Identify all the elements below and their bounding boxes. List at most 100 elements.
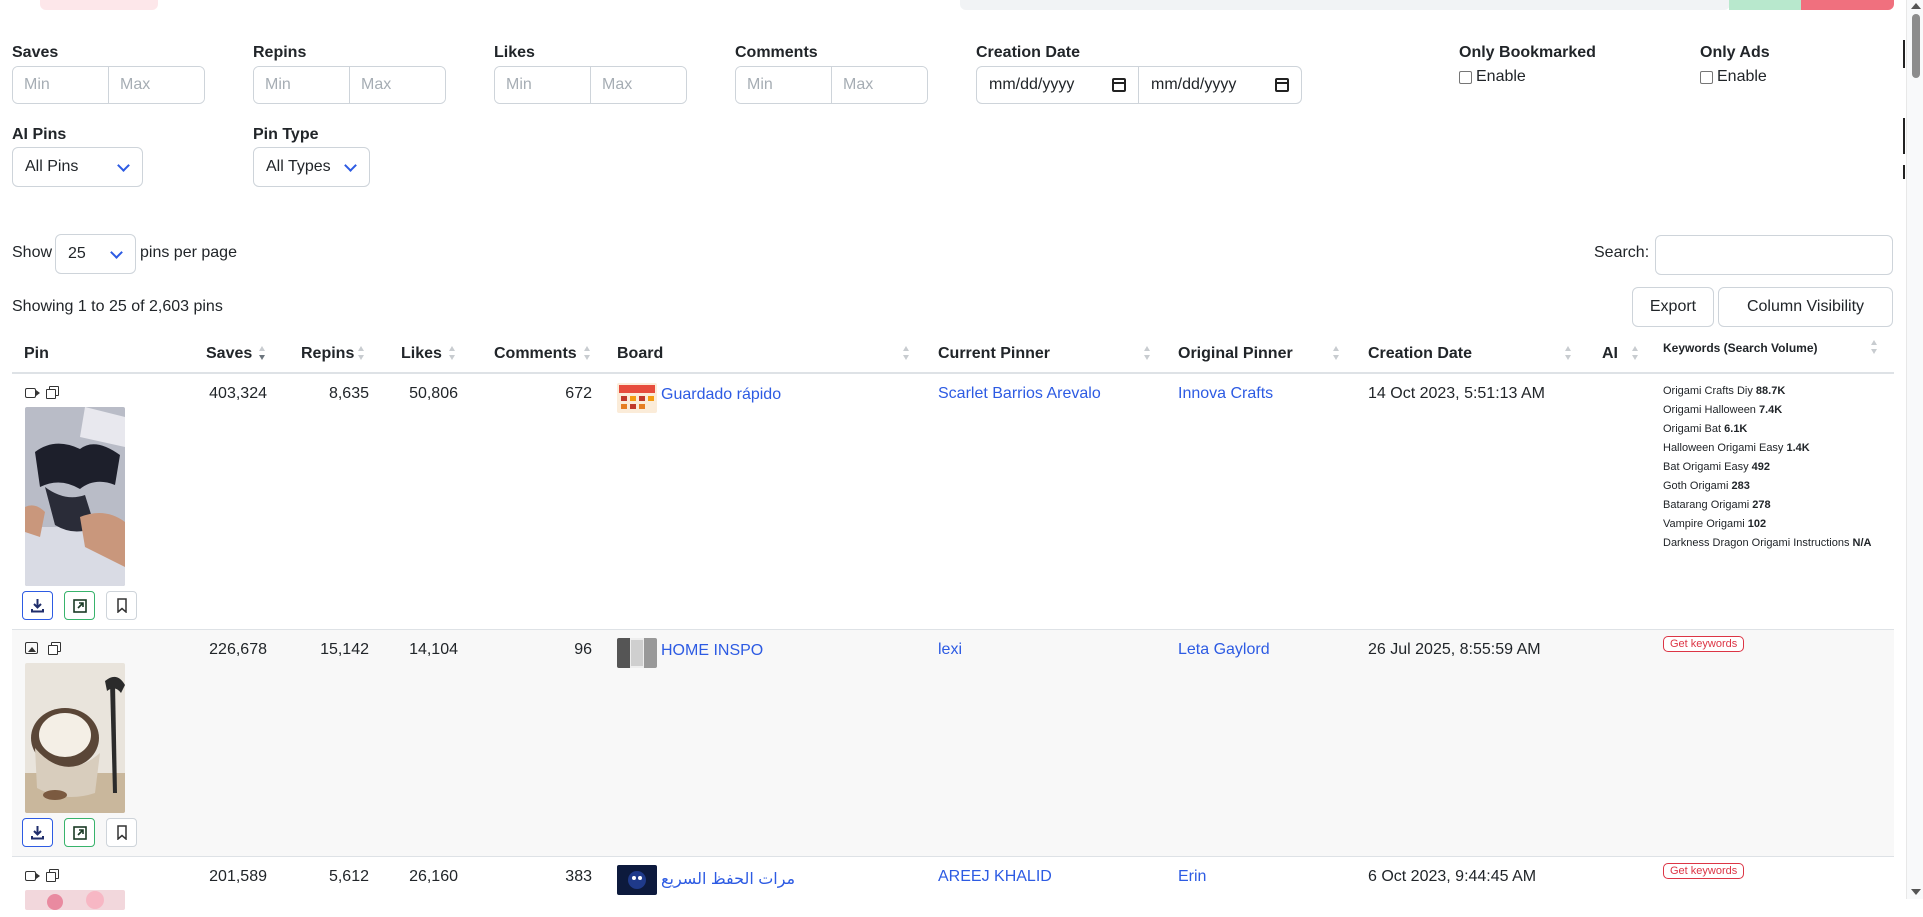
pin-thumbnail[interactable] [25, 407, 125, 586]
original-pinner-link[interactable]: Erin [1178, 868, 1206, 886]
search-label: Search: [1594, 244, 1650, 261]
pin-thumbnail[interactable] [25, 890, 125, 910]
only-bookmarked-toggle[interactable]: Enable [1459, 68, 1526, 86]
board-thumbnail[interactable] [617, 383, 657, 413]
bookmark-button[interactable] [106, 818, 137, 847]
repins-min-input[interactable] [254, 67, 350, 103]
scroll-down-icon[interactable] [1911, 889, 1921, 895]
cell-likes: 26,160 [409, 868, 458, 885]
current-pinner-link[interactable]: Scarlet Barrios Arevalo [938, 385, 1101, 403]
header-board[interactable]: Board [617, 342, 917, 366]
sort-icon [1871, 340, 1878, 356]
board-link[interactable]: HOME INSPO [661, 642, 763, 660]
download-button[interactable] [22, 591, 53, 620]
cell-likes: 14,104 [409, 641, 458, 658]
keyword-item: Darkness Dragon Origami Instructions N/A [1663, 537, 1872, 549]
top-pill-button[interactable] [40, 0, 158, 10]
header-repins[interactable]: Repins [301, 342, 381, 366]
repins-range [253, 66, 446, 104]
bookmark-button[interactable] [106, 591, 137, 620]
calendar-icon[interactable] [1275, 78, 1289, 92]
cell-repins: 15,142 [320, 641, 369, 658]
header-saves[interactable]: Saves [206, 342, 301, 366]
header-likes[interactable]: Likes [401, 342, 461, 366]
cell-creation-date: 14 Oct 2023, 5:51:13 AM [1368, 385, 1546, 402]
header-creation-date[interactable]: Creation Date [1368, 342, 1578, 366]
only-ads-checkbox[interactable] [1700, 70, 1713, 84]
saves-filter-label: Saves [12, 44, 59, 61]
board-thumbnail[interactable] [617, 865, 657, 895]
saves-range [12, 66, 205, 104]
copy-icon[interactable] [46, 386, 59, 399]
calendar-icon[interactable] [1112, 78, 1126, 92]
download-icon [31, 599, 44, 613]
date-to-input[interactable]: mm/dd/yyyy [1139, 67, 1301, 103]
header-current-pinner[interactable]: Current Pinner [938, 342, 1158, 366]
board-link[interactable]: Guardado rápido [661, 386, 781, 404]
comments-filter-label: Comments [735, 44, 818, 61]
vertical-scrollbar[interactable] [1906, 0, 1923, 899]
saves-min-input[interactable] [13, 67, 109, 103]
header-ai[interactable]: AI [1602, 342, 1642, 366]
chevron-down-icon [110, 246, 123, 259]
cell-creation-date: 26 Jul 2025, 8:55:59 AM [1368, 641, 1541, 658]
repins-max-input[interactable] [350, 67, 445, 103]
comments-min-input[interactable] [736, 67, 832, 103]
header-comments[interactable]: Comments [494, 342, 594, 366]
get-keywords-button[interactable]: Get keywords [1663, 636, 1745, 652]
original-pinner-link[interactable]: Innova Crafts [1178, 385, 1273, 403]
scroll-up-icon[interactable] [1911, 3, 1921, 9]
top-green-button[interactable] [1729, 0, 1801, 10]
table-row: 226,678 15,142 14,104 96 HOME INSPO lexi… [12, 630, 1894, 857]
header-keywords[interactable]: Keywords (Search Volume) [1663, 336, 1878, 360]
creation-date-filter-label: Creation Date [976, 44, 1081, 61]
ai-pins-filter-label: AI Pins [12, 126, 67, 143]
pin-thumbnail[interactable] [25, 663, 125, 813]
column-visibility-button[interactable]: Column Visibility [1718, 287, 1893, 327]
get-keywords-button[interactable]: Get keywords [1663, 863, 1745, 879]
board-link[interactable]: مرات الحفظ السريع [661, 869, 795, 889]
keyword-item: Origami Bat 6.1K [1663, 423, 1748, 435]
header-original-pinner[interactable]: Original Pinner [1178, 342, 1348, 366]
only-ads-toggle[interactable]: Enable [1700, 68, 1767, 86]
pin-type-filter-label: Pin Type [253, 126, 319, 143]
comments-max-input[interactable] [832, 67, 927, 103]
search-input[interactable] [1655, 235, 1893, 275]
likes-max-input[interactable] [591, 67, 686, 103]
cell-saves: 201,589 [209, 868, 267, 885]
copy-icon[interactable] [46, 869, 59, 882]
page-size-select[interactable]: 25 [55, 234, 136, 274]
comments-range [735, 66, 928, 104]
cell-saves: 226,678 [209, 641, 267, 658]
table-row: 201,589 5,612 26,160 383 مرات الحفظ السر… [12, 857, 1894, 917]
current-pinner-link[interactable]: lexi [938, 641, 962, 659]
bookmark-icon [116, 825, 127, 840]
pin-type-select[interactable]: All Types [253, 147, 370, 187]
sort-icon [358, 346, 365, 362]
download-button[interactable] [22, 818, 53, 847]
sort-icon [1333, 346, 1340, 362]
header-pin[interactable]: Pin [24, 342, 49, 366]
date-from-input[interactable]: mm/dd/yyyy [977, 67, 1139, 103]
original-pinner-link[interactable]: Leta Gaylord [1178, 641, 1270, 659]
scrollbar-thumb[interactable] [1912, 14, 1920, 78]
sort-icon [903, 346, 910, 362]
likes-range [494, 66, 687, 104]
export-button[interactable]: Export [1632, 287, 1714, 327]
cell-comments: 96 [574, 641, 592, 658]
open-pin-button[interactable] [64, 591, 95, 620]
cell-creation-date: 6 Oct 2023, 9:44:45 AM [1368, 868, 1537, 885]
saves-max-input[interactable] [109, 67, 204, 103]
copy-icon[interactable] [48, 642, 61, 655]
board-thumbnail[interactable] [617, 638, 657, 668]
likes-min-input[interactable] [495, 67, 591, 103]
only-ads-label: Only Ads [1700, 44, 1770, 61]
current-pinner-link[interactable]: AREEJ KHALID [938, 868, 1052, 886]
top-red-button[interactable] [1801, 0, 1894, 10]
keyword-item: Goth Origami 283 [1663, 480, 1750, 492]
ai-pins-select[interactable]: All Pins [12, 147, 143, 187]
external-link-icon [72, 825, 87, 840]
cell-comments: 383 [565, 868, 592, 885]
only-bookmarked-checkbox[interactable] [1459, 70, 1472, 84]
open-pin-button[interactable] [64, 818, 95, 847]
